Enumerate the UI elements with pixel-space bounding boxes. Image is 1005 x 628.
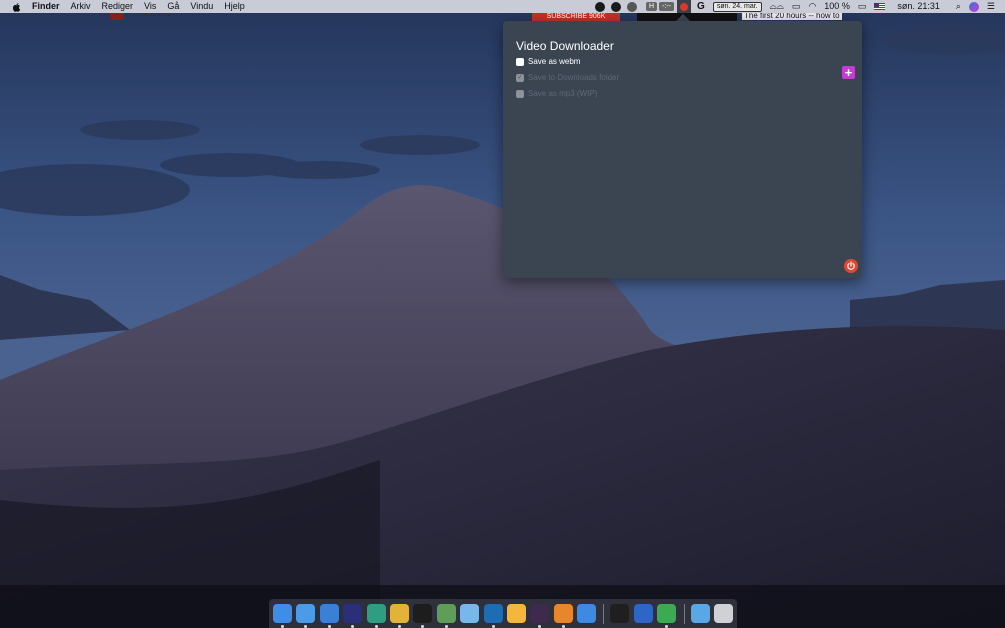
video-downloader-menubar-icon[interactable] xyxy=(677,0,692,13)
save-as-mp3-option: Save as mp3 (WIP) xyxy=(516,89,597,98)
battery-percent[interactable]: 100 % xyxy=(824,0,850,13)
plus-icon: + xyxy=(844,65,853,80)
chrome-icon[interactable] xyxy=(389,604,409,628)
timer-status[interactable]: -:-- xyxy=(659,2,675,11)
folder-icon[interactable] xyxy=(460,604,480,623)
spotlight-search-icon[interactable]: ⌕ xyxy=(956,0,961,13)
save-to-downloads-option: ✓ Save to Downloads folder xyxy=(516,73,619,82)
menu-rediger[interactable]: Rediger xyxy=(102,0,134,13)
quit-button[interactable] xyxy=(844,259,858,273)
subscribe-button[interactable]: SUBSCRIBE 906K xyxy=(532,13,620,21)
clock[interactable]: søn. 21:31 xyxy=(897,0,940,13)
siri-icon[interactable] xyxy=(968,1,979,12)
hour-label[interactable]: H xyxy=(646,2,658,11)
send-app-icon[interactable] xyxy=(366,604,386,628)
activity-monitor-icon[interactable] xyxy=(610,604,630,623)
dock-separator xyxy=(603,603,605,624)
save-as-mp3-checkbox xyxy=(516,89,524,98)
dock-separator xyxy=(683,603,685,624)
popover-title: Video Downloader xyxy=(516,39,614,53)
evernote-icon[interactable] xyxy=(657,604,677,628)
save-as-webm-option[interactable]: Save as webm xyxy=(516,57,580,66)
creature-icon[interactable] xyxy=(595,1,606,12)
video-downloader-popover: Video Downloader Save as webm ✓ Save to … xyxy=(503,21,862,278)
vscode-icon[interactable] xyxy=(483,604,503,628)
save-as-webm-checkbox[interactable] xyxy=(516,57,524,66)
menu-hjelp[interactable]: Hjelp xyxy=(224,0,245,13)
date-status[interactable]: søn. 24. mar. xyxy=(712,1,762,12)
save-as-mp3-label: Save as mp3 (WIP) xyxy=(528,89,598,98)
apple-logo-icon[interactable] xyxy=(10,0,23,13)
power-icon xyxy=(847,261,855,270)
reeder-icon[interactable] xyxy=(633,604,653,623)
pages-icon[interactable] xyxy=(319,604,339,628)
moon-app-icon[interactable] xyxy=(343,604,363,628)
xcode-icon[interactable] xyxy=(296,604,316,628)
menu-bar: Finder Arkiv Rediger Vis Gå Vindu Hjelp … xyxy=(0,0,1005,13)
slack-icon[interactable] xyxy=(530,604,550,628)
lightning-icon[interactable] xyxy=(611,1,622,12)
glasses-icon[interactable]: ⌓⌓ xyxy=(770,0,784,13)
sublime-text-icon[interactable] xyxy=(553,604,573,628)
dock xyxy=(269,599,737,628)
android-studio-icon[interactable] xyxy=(436,604,456,628)
save-to-downloads-label: Save to Downloads folder xyxy=(528,73,620,82)
airplay-icon[interactable]: ▭ xyxy=(792,0,801,13)
safari-icon[interactable] xyxy=(577,604,597,623)
add-button[interactable]: + xyxy=(842,66,855,79)
us-flag-icon[interactable] xyxy=(874,3,886,10)
menu-vis[interactable]: Vis xyxy=(144,0,156,13)
menu-arkiv[interactable]: Arkiv xyxy=(71,0,91,13)
battery-icon[interactable]: ▭ xyxy=(858,0,867,13)
downloads-stack-icon[interactable] xyxy=(690,604,710,623)
circle-app-icon[interactable] xyxy=(627,1,638,12)
menu-vindu[interactable]: Vindu xyxy=(190,0,213,13)
save-as-webm-label: Save as webm xyxy=(528,57,581,66)
grammarly-icon[interactable]: G xyxy=(697,0,705,13)
menu-ga[interactable]: Gå xyxy=(167,0,179,13)
trash-icon[interactable] xyxy=(714,604,734,623)
terminal-icon[interactable] xyxy=(413,604,433,628)
popover-arrow xyxy=(676,14,690,21)
wifi-icon[interactable]: ◠ xyxy=(808,0,816,13)
menu-finder[interactable]: Finder xyxy=(32,0,60,13)
finder-icon[interactable] xyxy=(273,604,292,628)
save-to-downloads-checkbox: ✓ xyxy=(516,73,524,82)
notification-center-icon[interactable]: ☰ xyxy=(987,0,995,13)
sketch-icon[interactable] xyxy=(506,604,526,623)
